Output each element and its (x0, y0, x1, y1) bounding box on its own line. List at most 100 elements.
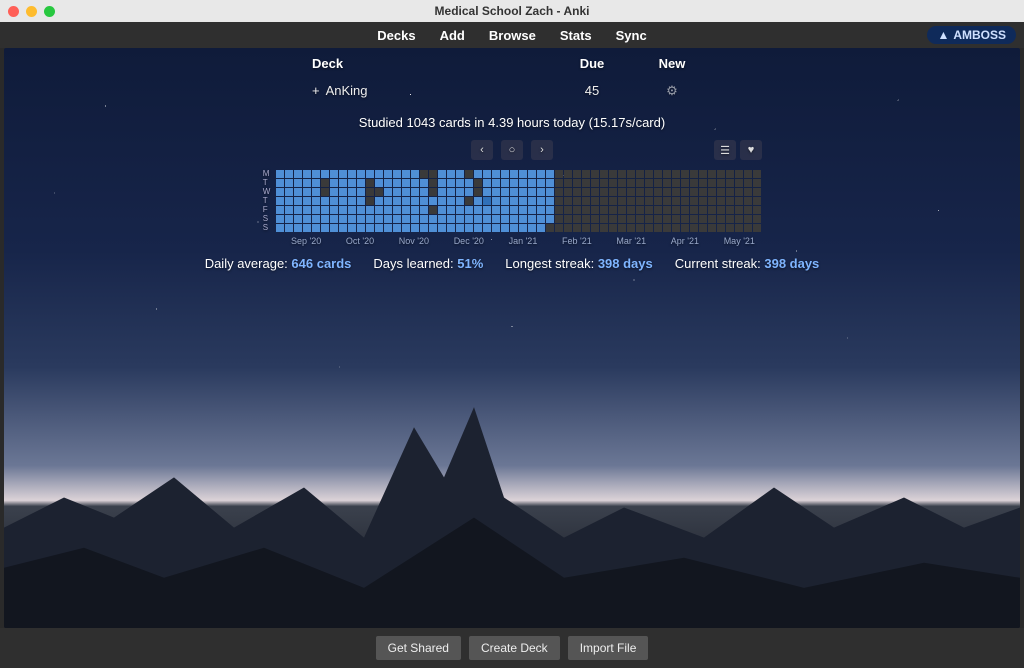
heatmap-cell[interactable] (510, 170, 518, 178)
heatmap-cell[interactable] (339, 215, 347, 223)
heatmap-cell[interactable] (294, 179, 302, 187)
heatmap-cell[interactable] (429, 170, 437, 178)
heatmap-cell[interactable] (348, 224, 356, 232)
import-file-button[interactable]: Import File (568, 636, 649, 660)
heatmap-cell[interactable] (654, 188, 662, 196)
heatmap-cell[interactable] (699, 188, 707, 196)
heatmap-cell[interactable] (366, 206, 374, 214)
heatmap-cell[interactable] (411, 215, 419, 223)
heatmap-cell[interactable] (366, 179, 374, 187)
heatmap-cell[interactable] (438, 170, 446, 178)
heatmap-cell[interactable] (519, 197, 527, 205)
heatmap-cell[interactable] (645, 179, 653, 187)
heatmap-cell[interactable] (573, 179, 581, 187)
heatmap-cell[interactable] (303, 179, 311, 187)
heatmap-cell[interactable] (519, 224, 527, 232)
heatmap-cell[interactable] (708, 170, 716, 178)
heatmap-cell[interactable] (447, 224, 455, 232)
heatmap-cell[interactable] (411, 188, 419, 196)
heatmap-cell[interactable] (384, 224, 392, 232)
heatmap-cell[interactable] (420, 170, 428, 178)
heatmap-cell[interactable] (384, 188, 392, 196)
heatmap-cell[interactable] (303, 197, 311, 205)
heatmap-cell[interactable] (303, 170, 311, 178)
review-heatmap[interactable] (276, 170, 761, 232)
heatmap-cell[interactable] (708, 206, 716, 214)
heatmap-cell[interactable] (636, 224, 644, 232)
heatmap-cell[interactable] (591, 179, 599, 187)
heatmap-cell[interactable] (294, 206, 302, 214)
heatmap-cell[interactable] (510, 197, 518, 205)
heatmap-cell[interactable] (402, 170, 410, 178)
heatmap-cell[interactable] (600, 206, 608, 214)
heatmap-cell[interactable] (321, 179, 329, 187)
heatmap-cell[interactable] (303, 215, 311, 223)
heatmap-cell[interactable] (312, 224, 320, 232)
heatmap-cell[interactable] (519, 170, 527, 178)
heatmap-cell[interactable] (600, 224, 608, 232)
heatmap-cell[interactable] (312, 197, 320, 205)
heatmap-cell[interactable] (429, 224, 437, 232)
heatmap-cell[interactable] (465, 188, 473, 196)
heatmap-cell[interactable] (735, 179, 743, 187)
heatmap-cell[interactable] (330, 215, 338, 223)
heatmap-cell[interactable] (330, 170, 338, 178)
heatmap-cell[interactable] (294, 170, 302, 178)
heatmap-cell[interactable] (645, 215, 653, 223)
heatmap-cell[interactable] (375, 188, 383, 196)
heatmap-cell[interactable] (429, 206, 437, 214)
heatmap-cell[interactable] (456, 206, 464, 214)
heatmap-cell[interactable] (555, 179, 563, 187)
heatmap-cell[interactable] (447, 197, 455, 205)
heatmap-favorite-icon[interactable]: ♥ (740, 140, 762, 160)
heatmap-cell[interactable] (582, 215, 590, 223)
heatmap-cell[interactable] (654, 206, 662, 214)
heatmap-cell[interactable] (420, 206, 428, 214)
heatmap-cell[interactable] (474, 170, 482, 178)
heatmap-cell[interactable] (393, 215, 401, 223)
heatmap-cell[interactable] (465, 197, 473, 205)
heatmap-cell[interactable] (285, 215, 293, 223)
heatmap-cell[interactable] (411, 179, 419, 187)
heatmap-cell[interactable] (429, 188, 437, 196)
heatmap-cell[interactable] (582, 179, 590, 187)
heatmap-cell[interactable] (294, 215, 302, 223)
heatmap-cell[interactable] (438, 179, 446, 187)
heatmap-cell[interactable] (708, 215, 716, 223)
heatmap-cell[interactable] (681, 197, 689, 205)
heatmap-cell[interactable] (708, 179, 716, 187)
heatmap-prev-button[interactable]: ‹ (471, 140, 493, 160)
heatmap-cell[interactable] (465, 179, 473, 187)
heatmap-cell[interactable] (402, 215, 410, 223)
heatmap-cell[interactable] (708, 224, 716, 232)
heatmap-cell[interactable] (564, 206, 572, 214)
heatmap-cell[interactable] (753, 188, 761, 196)
heatmap-cell[interactable] (528, 215, 536, 223)
heatmap-cell[interactable] (456, 188, 464, 196)
heatmap-cell[interactable] (420, 179, 428, 187)
heatmap-cell[interactable] (366, 188, 374, 196)
heatmap-cell[interactable] (600, 188, 608, 196)
heatmap-cell[interactable] (627, 188, 635, 196)
heatmap-cell[interactable] (717, 170, 725, 178)
heatmap-cell[interactable] (375, 170, 383, 178)
heatmap-cell[interactable] (726, 188, 734, 196)
heatmap-cell[interactable] (330, 179, 338, 187)
heatmap-cell[interactable] (672, 188, 680, 196)
heatmap-cell[interactable] (636, 188, 644, 196)
heatmap-cell[interactable] (321, 188, 329, 196)
heatmap-cell[interactable] (726, 215, 734, 223)
heatmap-cell[interactable] (582, 206, 590, 214)
heatmap-cell[interactable] (537, 206, 545, 214)
heatmap-cell[interactable] (690, 197, 698, 205)
heatmap-cell[interactable] (690, 224, 698, 232)
heatmap-cell[interactable] (285, 170, 293, 178)
heatmap-cell[interactable] (582, 188, 590, 196)
heatmap-cell[interactable] (690, 179, 698, 187)
heatmap-cell[interactable] (627, 224, 635, 232)
heatmap-cell[interactable] (312, 188, 320, 196)
heatmap-cell[interactable] (564, 224, 572, 232)
heatmap-cell[interactable] (690, 206, 698, 214)
heatmap-cell[interactable] (735, 206, 743, 214)
heatmap-cell[interactable] (663, 206, 671, 214)
